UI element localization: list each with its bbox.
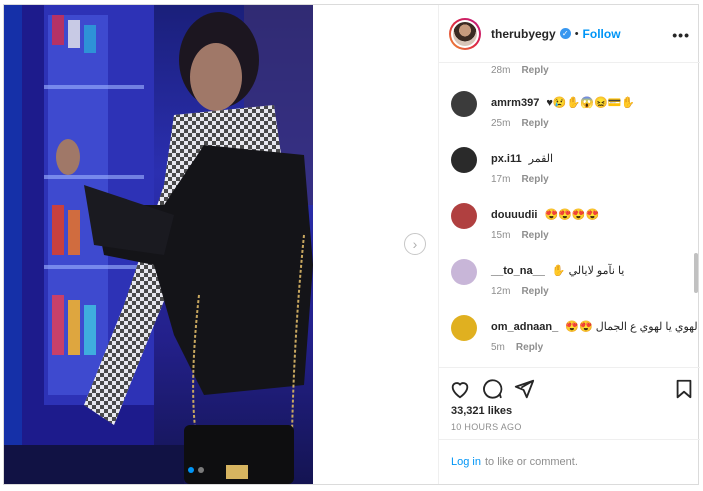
reply-button[interactable]: Reply <box>521 118 548 129</box>
comment-text: القمر <box>528 153 554 165</box>
avatar[interactable] <box>449 17 481 50</box>
post-header: therubyegy ✓ • Follow ••• <box>439 5 700 63</box>
likes-count[interactable]: 33,321 likes <box>451 405 512 417</box>
comment-icon[interactable] <box>481 378 503 400</box>
comment-text: ♥😢✋😱😖💳✋ <box>546 97 636 109</box>
comment-time: 25m <box>491 118 511 129</box>
reply-button[interactable]: Reply <box>521 230 548 241</box>
comment-username[interactable]: douuudii <box>491 209 537 221</box>
reply-button[interactable]: Reply <box>516 342 543 353</box>
login-prompt-text: to like or comment. <box>484 456 578 468</box>
comment-avatar[interactable] <box>451 91 477 117</box>
login-link[interactable]: Log in <box>451 456 481 468</box>
action-bar <box>439 367 700 409</box>
post-timestamp[interactable]: 10 HOURS AGO <box>451 422 522 432</box>
comment-item: douuudii 😍😍😍😍 15m Reply <box>451 203 696 247</box>
comment-time: 17m <box>491 174 511 185</box>
scrollbar-thumb[interactable] <box>694 253 698 293</box>
reply-button[interactable]: Reply <box>521 286 548 297</box>
comments-list: 28m Reply amrm397 ♥😢✋😱😖💳✋ 25m Reply px.i… <box>439 63 700 367</box>
instagram-post: › therubyegy ✓ • Follow ••• 28m Reply am… <box>3 4 700 485</box>
comment-text: 😍😍 يا لهوي يا لهوي ع الجمال <box>565 321 700 333</box>
login-prompt: Log in to like or comment. <box>439 439 700 484</box>
follow-button[interactable]: Follow <box>583 27 621 41</box>
share-icon[interactable] <box>513 378 535 400</box>
bookmark-icon[interactable] <box>673 378 695 400</box>
photo-illustration <box>4 5 313 484</box>
comment-username[interactable]: amrm397 <box>491 97 539 109</box>
comment-avatar[interactable] <box>451 315 477 341</box>
post-side-panel: therubyegy ✓ • Follow ••• 28m Reply amrm… <box>438 5 700 484</box>
comment-item: om_adnaan_ 😍😍 يا لهوي يا لهوي ع الجمال 5… <box>451 315 700 359</box>
comment-time: 15m <box>491 230 511 241</box>
comment-time: 28m <box>491 65 511 76</box>
comment-avatar[interactable] <box>451 147 477 173</box>
verified-badge-icon: ✓ <box>559 28 571 39</box>
carousel-dots <box>188 467 204 473</box>
comment-username[interactable]: __to_na__ <box>491 265 545 277</box>
heart-icon[interactable] <box>449 378 471 400</box>
reply-button[interactable]: Reply <box>521 65 548 76</box>
comment-time: 12m <box>491 286 511 297</box>
post-photo[interactable] <box>4 5 313 484</box>
post-media: › <box>4 5 438 484</box>
comment-avatar[interactable] <box>451 259 477 285</box>
comment-item: __to_na__ ✋ يا نآمو لايالي 12m Reply <box>451 259 696 303</box>
username-link[interactable]: therubyegy <box>491 27 556 41</box>
comment-avatar[interactable] <box>451 203 477 229</box>
chevron-right-icon: › <box>412 236 418 252</box>
comment-item: amrm397 ♥😢✋😱😖💳✋ 25m Reply <box>451 91 696 135</box>
next-slide-button[interactable]: › <box>404 233 426 255</box>
separator-dot: • <box>574 27 579 40</box>
comment-time: 5m <box>491 342 505 353</box>
comments-scrollbar[interactable] <box>693 63 699 367</box>
carousel-dot <box>188 467 194 473</box>
reply-button[interactable]: Reply <box>521 174 548 185</box>
more-options-icon[interactable]: ••• <box>672 27 690 43</box>
comment-username[interactable]: px.i11 <box>491 153 522 165</box>
carousel-dot <box>198 467 204 473</box>
comment-item: px.i11 القمر 17m Reply <box>451 147 696 191</box>
comment-text: 😍😍😍😍 <box>544 209 600 221</box>
comment-username[interactable]: om_adnaan_ <box>491 321 558 333</box>
comment-text: ✋ يا نآمو لايالي <box>551 265 625 277</box>
comment-meta: 28m Reply <box>491 65 549 76</box>
